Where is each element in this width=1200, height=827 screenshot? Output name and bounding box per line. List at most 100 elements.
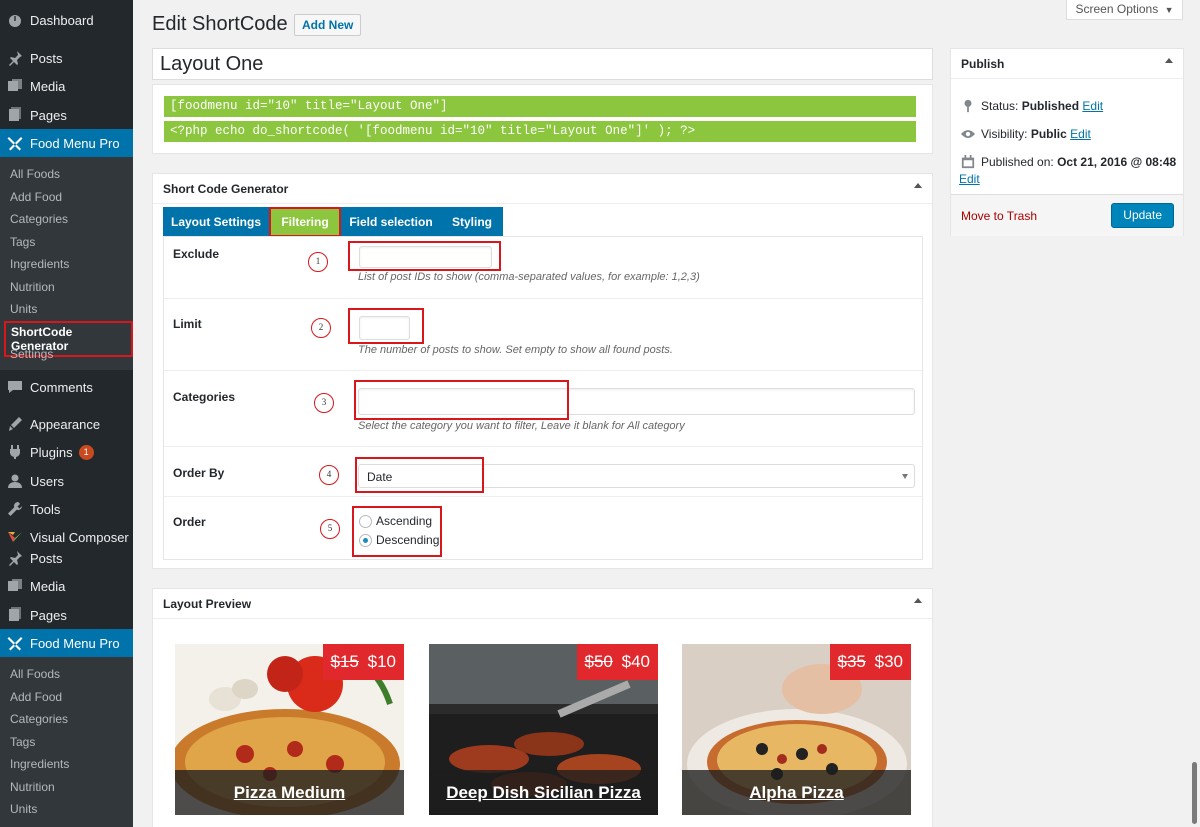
edit-status-link[interactable]: Edit	[1082, 99, 1103, 113]
annotation-box	[355, 457, 484, 493]
food-menu-icon	[0, 635, 30, 651]
edit-visibility-link[interactable]: Edit	[1070, 127, 1091, 141]
card-title-link[interactable]: Pizza Medium	[234, 783, 345, 802]
menu-plugins[interactable]: Plugins 1	[0, 438, 133, 466]
publish-title: Publish	[961, 57, 1005, 71]
card-title-link[interactable]: Alpha Pizza	[749, 783, 843, 802]
menu-food-menu-pro[interactable]: Food Menu Pro	[0, 129, 133, 157]
tab-field-selection[interactable]: Field selection	[341, 207, 441, 237]
eye-icon	[961, 130, 975, 138]
new-price: $40	[621, 652, 650, 671]
visibility-label: Visibility:	[981, 127, 1028, 141]
menu-label: Plugins	[30, 444, 73, 460]
submenu-item[interactable]: All Foods	[10, 167, 60, 181]
categories-label: Categories	[173, 390, 236, 404]
food-card[interactable]: $15 $10 Pizza Medium	[175, 644, 404, 815]
menu-label: Posts	[30, 50, 63, 66]
preview-header[interactable]: Layout Preview	[153, 589, 932, 619]
status-label: Status:	[981, 99, 1019, 113]
php-code-text[interactable]: <?php echo do_shortcode( '[foodmenu id="…	[164, 121, 916, 142]
submenu-item[interactable]: Tags	[10, 735, 35, 749]
submenu-item[interactable]: Add Food	[10, 190, 62, 204]
add-new-button[interactable]: Add New	[294, 14, 362, 36]
screen-options-button[interactable]: Screen Options ▼	[1066, 0, 1183, 20]
menu-food-menu-pro-2[interactable]: Food Menu Pro	[0, 629, 133, 657]
calendar-icon	[961, 155, 975, 169]
title-input[interactable]: Layout One	[152, 48, 933, 80]
edit-date-link-wrap: Edit	[959, 172, 980, 186]
generator-header[interactable]: Short Code Generator	[153, 174, 932, 204]
card-title-bar: Deep Dish Sicilian Pizza	[429, 770, 658, 815]
menu-label: Users	[30, 473, 64, 489]
food-card[interactable]: $35 $30 Alpha Pizza	[682, 644, 911, 815]
card-title-link[interactable]: Deep Dish Sicilian Pizza	[446, 783, 641, 802]
move-to-trash-link[interactable]: Move to Trash	[961, 209, 1037, 223]
menu-media[interactable]: Media	[0, 72, 133, 100]
submenu-item[interactable]: Units	[10, 802, 37, 816]
scrollbar-thumb[interactable]	[1192, 762, 1197, 824]
limit-label: Limit	[173, 317, 202, 331]
comments-icon	[0, 379, 30, 395]
tab-styling[interactable]: Styling	[441, 207, 503, 237]
submenu-item[interactable]: Categories	[10, 212, 68, 226]
layout-preview-box: Layout Preview $15 $10 Pizza Medium $50 …	[152, 588, 933, 827]
tab-layout-settings[interactable]: Layout Settings	[163, 207, 269, 237]
menu-label: Tools	[30, 501, 61, 517]
order-by-label: Order By	[173, 466, 225, 480]
collapse-arrow-icon[interactable]	[914, 183, 922, 188]
update-button[interactable]: Update	[1111, 203, 1174, 228]
order-label: Order	[173, 515, 206, 529]
tab-filtering[interactable]: Filtering	[269, 207, 341, 237]
row-divider	[164, 370, 922, 371]
collapse-arrow-icon[interactable]	[1165, 58, 1173, 63]
row-divider	[164, 496, 922, 497]
submenu-item[interactable]: Ingredients	[10, 257, 69, 271]
submenu-item[interactable]: Tags	[10, 235, 35, 249]
publish-actions: Move to Trash Update	[951, 194, 1183, 236]
menu-pages-2[interactable]: Pages	[0, 601, 133, 629]
menu-users[interactable]: Users	[0, 467, 133, 495]
shortcode-generator-box: Short Code Generator Layout Settings Fil…	[152, 173, 933, 569]
menu-comments[interactable]: Comments	[0, 373, 133, 401]
row-divider	[164, 446, 922, 447]
submenu-item[interactable]: Nutrition	[10, 280, 55, 294]
screen-options-label: Screen Options	[1075, 2, 1159, 16]
menu-appearance[interactable]: Appearance	[0, 410, 133, 438]
food-menu-icon	[0, 135, 30, 151]
menu-tools[interactable]: Tools	[0, 495, 133, 523]
menu-dashboard[interactable]: Dashboard	[0, 6, 133, 34]
pages-icon	[0, 607, 30, 623]
submenu-item[interactable]: Units	[10, 302, 37, 316]
menu-label: Comments	[30, 379, 93, 395]
menu-posts[interactable]: Posts	[0, 44, 133, 72]
price-tag: $50 $40	[576, 644, 658, 680]
collapse-arrow-icon[interactable]	[914, 598, 922, 603]
menu-pages[interactable]: Pages	[0, 101, 133, 129]
submenu-item[interactable]: Categories	[10, 712, 68, 726]
annotation-number: 1	[308, 252, 328, 272]
menu-label: Pages	[30, 107, 67, 123]
menu-posts-2[interactable]: Posts	[0, 544, 133, 572]
submenu-item[interactable]: Nutrition	[10, 780, 55, 794]
status-value: Published	[1021, 99, 1080, 113]
menu-label: Posts	[30, 550, 63, 566]
edit-date-link[interactable]: Edit	[959, 172, 980, 186]
food-card[interactable]: $50 $40 Deep Dish Sicilian Pizza	[429, 644, 658, 815]
card-title-bar: Pizza Medium	[175, 770, 404, 815]
submenu-item[interactable]: Ingredients	[10, 757, 69, 771]
submenu-item[interactable]: All Foods	[10, 667, 60, 681]
dashboard-icon	[0, 12, 30, 28]
menu-label: Appearance	[30, 416, 101, 432]
exclude-description: List of post IDs to show (comma-separate…	[358, 271, 700, 283]
publish-header[interactable]: Publish	[951, 49, 1183, 79]
annotation-box	[354, 380, 569, 420]
menu-label: Dashboard	[30, 12, 94, 28]
shortcode-text[interactable]: [foodmenu id="10" title="Layout One"]	[164, 96, 916, 117]
submenu-item[interactable]: Add Food	[10, 690, 62, 704]
menu-label: Pages	[30, 607, 67, 623]
menu-media-2[interactable]: Media	[0, 572, 133, 600]
price-tag: $15 $10	[322, 644, 404, 680]
old-price: $35	[837, 652, 866, 671]
submenu-item[interactable]: Settings	[10, 347, 53, 361]
media-icon	[0, 578, 30, 594]
